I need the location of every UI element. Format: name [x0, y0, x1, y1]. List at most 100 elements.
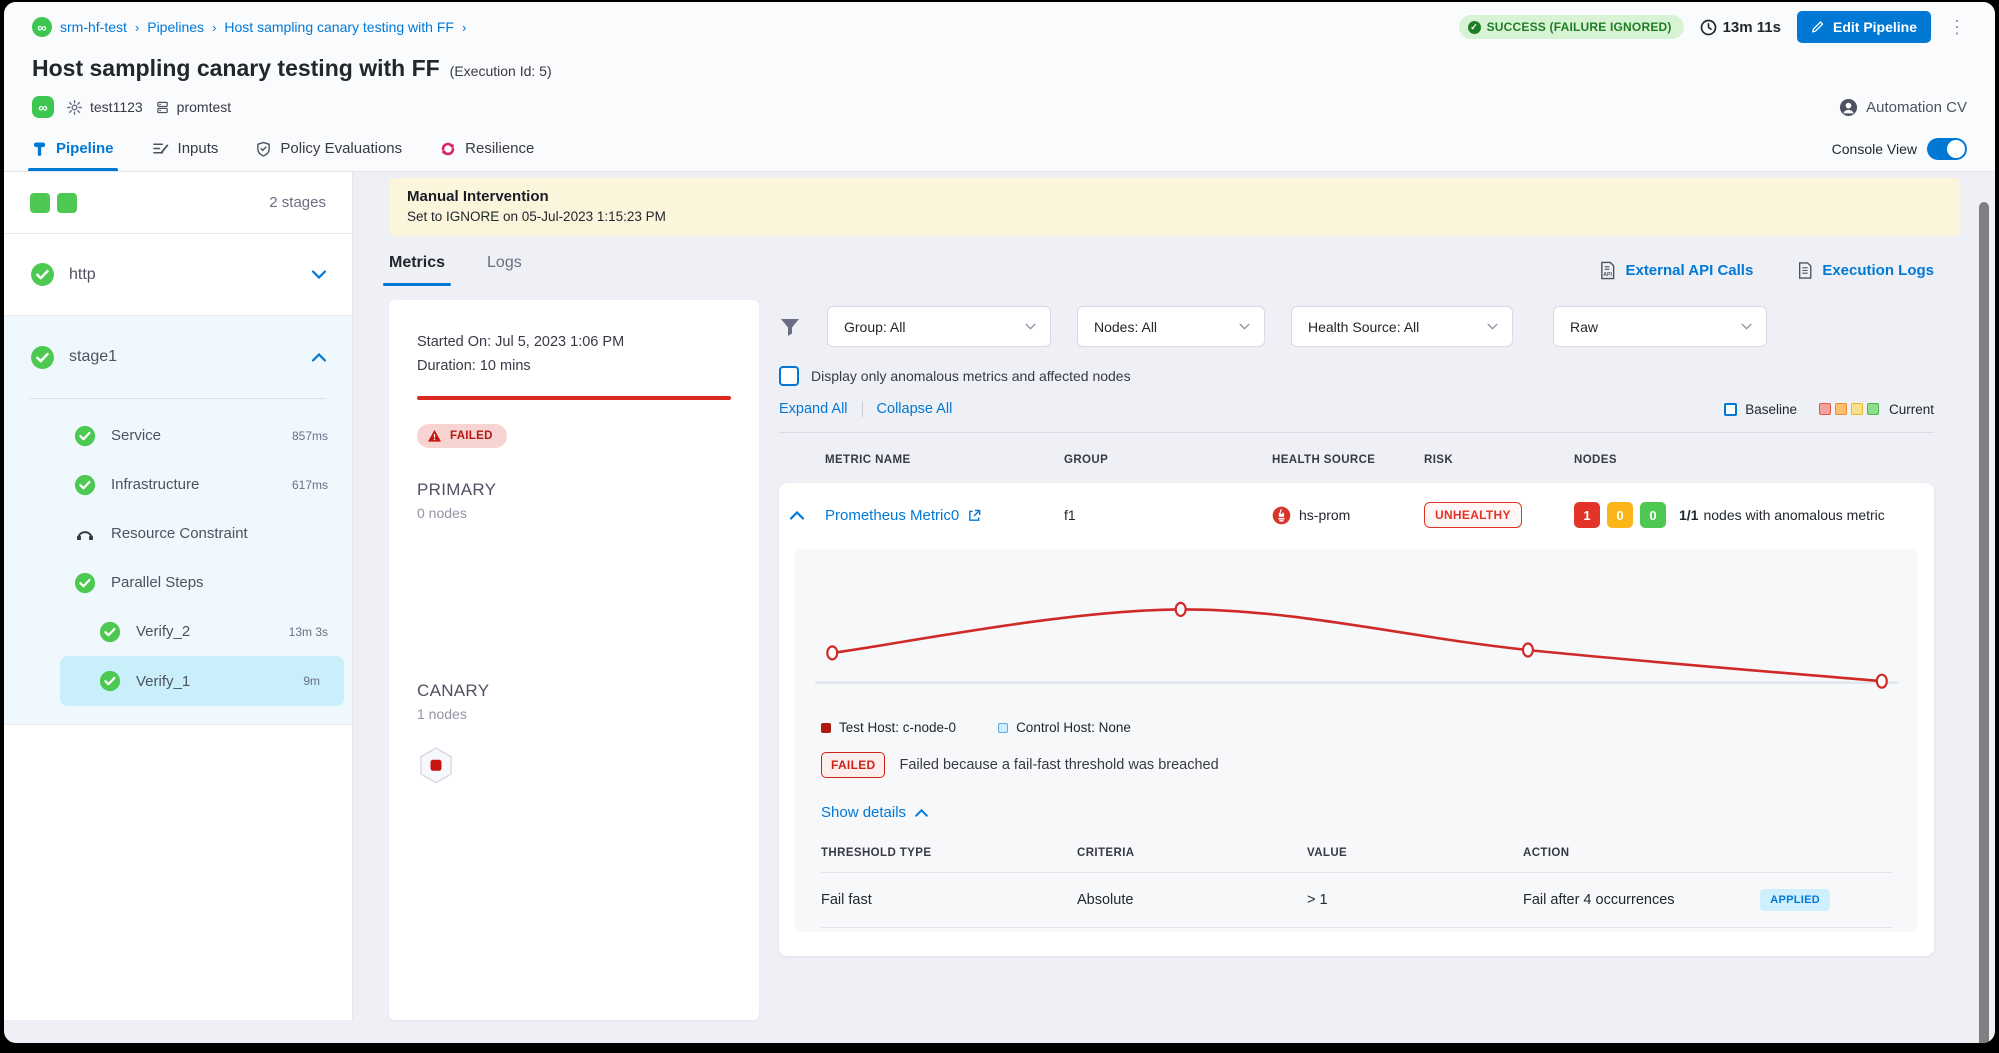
external-api-calls-link[interactable]: API External API Calls — [1599, 261, 1753, 280]
breadcrumb-pipelines[interactable]: Pipelines — [147, 19, 204, 35]
data-mode-dropdown[interactable]: Raw — [1553, 306, 1767, 347]
group-filter-dropdown[interactable]: Group: All — [827, 306, 1051, 347]
chevron-down-icon — [1025, 323, 1036, 330]
tab-resilience[interactable]: Resilience — [440, 126, 534, 171]
canary-node-count: 1 nodes — [417, 706, 731, 722]
collapse-all-link[interactable]: Collapse All — [877, 401, 953, 417]
started-on: Started On: Jul 5, 2023 1:06 PM — [417, 330, 731, 354]
more-options-icon[interactable]: ⋮ — [1947, 17, 1967, 38]
expand-all-link[interactable]: Expand All — [779, 401, 848, 417]
vertical-scrollbar[interactable] — [1979, 202, 1989, 1043]
node-count-badges: 1 0 0 1/1nodes with anomalous metric — [1574, 502, 1934, 528]
test-host-label: Test Host: c-node-0 — [839, 720, 956, 735]
baseline-swatch — [1724, 403, 1737, 416]
chevron-down-icon — [1487, 323, 1498, 330]
svg-text:API: API — [1604, 272, 1613, 278]
verification-summary-card: Started On: Jul 5, 2023 1:06 PM Duration… — [389, 300, 759, 1020]
stage-status-square — [57, 193, 77, 213]
main-tabbar: Pipeline Inputs Policy Evaluations Resil… — [4, 126, 1995, 172]
main-content: Manual Intervention Set to IGNORE on 05-… — [353, 172, 1995, 1020]
execution-duration: 13m 11s — [1700, 19, 1781, 36]
chevron-right-icon: › — [462, 20, 466, 35]
current-user[interactable]: Automation CV — [1839, 98, 1967, 117]
risk-badge: UNHEALTHY — [1424, 502, 1522, 528]
service-icon: ∞ — [32, 96, 54, 118]
collapse-metric-chevron-icon[interactable] — [779, 511, 825, 520]
sidebar-step-verify1[interactable]: Verify_1 9m — [60, 656, 344, 706]
breadcrumb: ∞ srm-hf-test › Pipelines › Host samplin… — [32, 17, 466, 37]
show-details-link[interactable]: Show details — [821, 804, 1906, 821]
clock-icon — [1700, 19, 1717, 36]
metric-chart-svg[interactable] — [807, 563, 1906, 708]
edit-pipeline-button[interactable]: Edit Pipeline — [1797, 11, 1931, 43]
chevron-down-icon[interactable] — [312, 270, 326, 279]
control-host-label: Control Host: None — [1016, 720, 1131, 735]
execution-logs-link[interactable]: Execution Logs — [1797, 261, 1934, 280]
tab-metrics[interactable]: Metrics — [389, 254, 445, 286]
host-legend: Test Host: c-node-0 Control Host: None — [821, 720, 1906, 735]
test-host-swatch — [821, 723, 831, 733]
metric-analysis-panel: Test Host: c-node-0 Control Host: None F… — [795, 549, 1918, 932]
verification-duration: Duration: 10 mins — [417, 354, 731, 378]
sidebar-stage-http[interactable]: http — [4, 234, 352, 316]
metric-name-link[interactable]: Prometheus Metric0 — [825, 507, 1064, 524]
stage-status-square — [30, 193, 50, 213]
sidebar-step-resource-constraint[interactable]: Resource Constraint — [4, 509, 352, 558]
threshold-row: Fail fast Absolute > 1 Fail after 4 occu… — [821, 872, 1892, 928]
sidebar-step-parallel-steps[interactable]: Parallel Steps — [4, 558, 352, 607]
resource-constraint-icon — [74, 523, 96, 545]
success-check-icon — [74, 474, 96, 496]
chevron-right-icon: › — [135, 20, 139, 35]
tab-policy-evaluations[interactable]: Policy Evaluations — [256, 126, 402, 171]
gear-icon — [66, 99, 83, 116]
metric-group: f1 — [1064, 507, 1272, 523]
metric-row: Prometheus Metric0 f1 hs-prom — [779, 483, 1934, 547]
harness-project-icon: ∞ — [32, 17, 52, 37]
nodes-filter-dropdown[interactable]: Nodes: All — [1077, 306, 1265, 347]
logs-document-icon — [1797, 261, 1813, 280]
pencil-icon — [1811, 20, 1825, 34]
success-check-icon — [99, 670, 121, 692]
manual-intervention-banner: Manual Intervention Set to IGNORE on 05-… — [389, 178, 1960, 236]
banner-subtitle: Set to IGNORE on 05-Jul-2023 1:15:23 PM — [407, 209, 1942, 224]
health-source-filter-dropdown[interactable]: Health Source: All — [1291, 306, 1513, 347]
filter-funnel-icon[interactable] — [779, 317, 801, 337]
success-check-icon — [74, 572, 96, 594]
chevron-down-icon — [1741, 323, 1752, 330]
success-check-icon — [30, 345, 55, 370]
canary-node-hexagon[interactable] — [417, 746, 455, 788]
current-swatch-orange — [1835, 403, 1847, 415]
sidebar-stage-stage1[interactable]: stage1 — [4, 316, 352, 398]
failure-reason: Failed because a fail-fast threshold was… — [899, 757, 1218, 773]
check-icon: ✓ — [1468, 21, 1481, 34]
environment-tag: test1123 — [66, 99, 143, 116]
page-header: ∞ srm-hf-test › Pipelines › Host samplin… — [4, 2, 1995, 126]
sidebar-step-service[interactable]: Service 857ms — [4, 411, 352, 460]
shield-check-icon — [256, 141, 271, 157]
sidebar-step-infrastructure[interactable]: Infrastructure 617ms — [4, 460, 352, 509]
metrics-table-header: METRIC NAME GROUP HEALTH SOURCE RISK NOD… — [779, 454, 1934, 466]
warning-node-count: 0 — [1607, 502, 1633, 528]
tab-inputs[interactable]: Inputs — [152, 126, 219, 171]
infrastructure-tag: promtest — [155, 99, 231, 115]
success-check-icon — [30, 262, 55, 287]
tab-pipeline[interactable]: Pipeline — [32, 126, 114, 171]
threshold-type: Fail fast — [821, 892, 1077, 908]
metric-health-source: hs-prom — [1272, 506, 1424, 525]
current-swatch-red — [1819, 403, 1831, 415]
resilience-icon — [440, 141, 456, 157]
breadcrumb-project[interactable]: srm-hf-test — [60, 19, 127, 35]
breadcrumb-pipeline-name[interactable]: Host sampling canary testing with FF — [224, 19, 454, 35]
pipeline-icon — [32, 141, 47, 157]
anomalous-only-checkbox[interactable] — [779, 366, 799, 386]
success-check-icon — [74, 425, 96, 447]
current-swatch-green — [1867, 403, 1879, 415]
page-title: Host sampling canary testing with FF — [32, 55, 440, 82]
sidebar-step-verify2[interactable]: Verify_2 13m 3s — [4, 607, 352, 656]
console-view-toggle[interactable] — [1927, 138, 1967, 160]
threshold-table: THRESHOLD TYPE CRITERIA VALUE ACTION Fai… — [821, 847, 1892, 928]
prometheus-icon — [1272, 506, 1291, 525]
status-badge: ✓ SUCCESS (FAILURE IGNORED) — [1459, 15, 1684, 39]
chevron-up-icon[interactable] — [312, 353, 326, 362]
tab-logs[interactable]: Logs — [487, 254, 522, 286]
